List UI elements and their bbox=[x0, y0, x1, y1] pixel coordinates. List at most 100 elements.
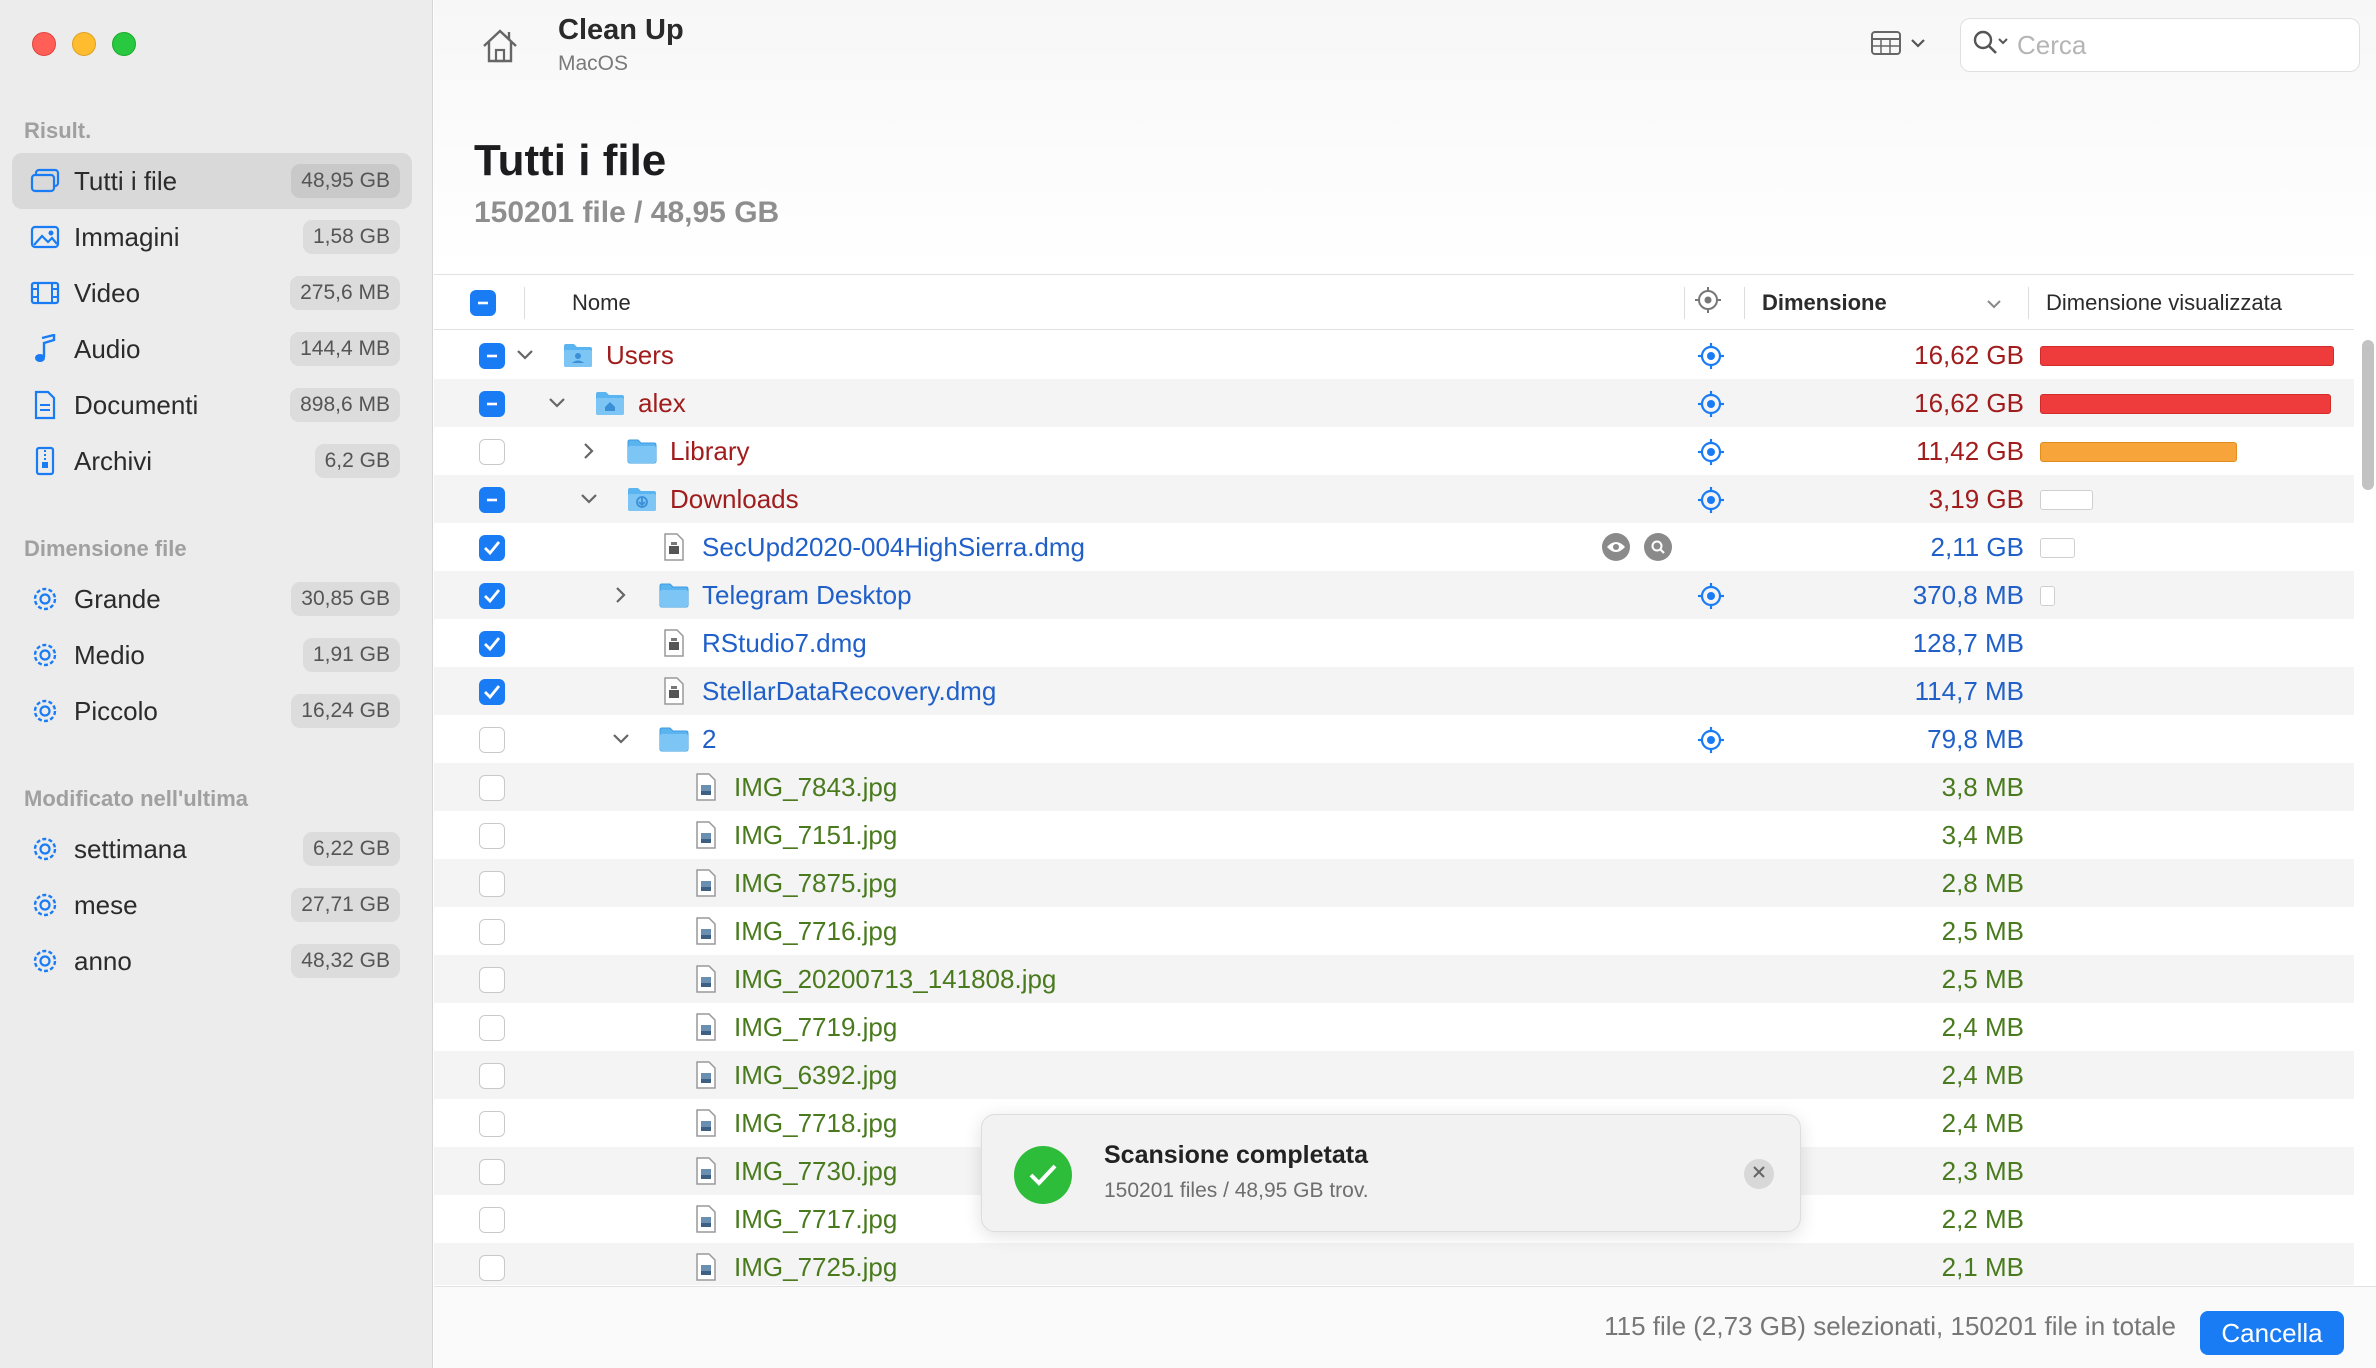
checkbox-unchecked[interactable] bbox=[479, 1063, 505, 1089]
checkbox-unchecked[interactable] bbox=[479, 967, 505, 993]
image-file-icon bbox=[690, 1251, 722, 1283]
size-bar bbox=[2040, 538, 2340, 558]
file-size: 2,4 MB bbox=[1941, 1012, 2024, 1042]
music-note-icon bbox=[28, 332, 62, 366]
checkbox-unchecked[interactable] bbox=[479, 871, 505, 897]
table-row[interactable]: RStudio7.dmg 128,7 MB bbox=[434, 619, 2354, 667]
sidebar-item-year[interactable]: anno 48,32 GB bbox=[12, 933, 412, 989]
image-file-icon bbox=[690, 1155, 722, 1187]
chevron-right-icon[interactable] bbox=[578, 440, 600, 462]
table-row[interactable]: IMG_7843.jpg 3,8 MB bbox=[434, 763, 2354, 811]
sidebar-item-all-files[interactable]: Tutti i file 48,95 GB bbox=[12, 153, 412, 209]
checkbox-unchecked[interactable] bbox=[479, 1207, 505, 1233]
toast-close-button[interactable] bbox=[1744, 1159, 1774, 1189]
checkbox-checked[interactable] bbox=[479, 535, 505, 561]
checkbox-unchecked[interactable] bbox=[479, 1255, 505, 1281]
chevron-down-icon[interactable] bbox=[514, 344, 536, 366]
table-row[interactable]: IMG_7719.jpg 2,4 MB bbox=[434, 1003, 2354, 1051]
table-row[interactable]: IMG_7725.jpg 2,1 MB bbox=[434, 1243, 2354, 1285]
checkbox-unchecked[interactable] bbox=[479, 1015, 505, 1041]
close-window-button[interactable] bbox=[32, 32, 56, 56]
checkbox-mixed[interactable] bbox=[479, 391, 505, 417]
sidebar-item-label: Piccolo bbox=[74, 695, 158, 726]
document-icon bbox=[28, 388, 62, 422]
sidebar-item-month[interactable]: mese 27,71 GB bbox=[12, 877, 412, 933]
table-row[interactable]: SecUpd2020-004HighSierra.dmg 2,11 GB bbox=[434, 523, 2354, 571]
column-header-locate[interactable] bbox=[1694, 275, 1722, 331]
checkbox-checked[interactable] bbox=[479, 583, 505, 609]
reveal-in-finder-icon[interactable] bbox=[1697, 438, 1725, 466]
table-row[interactable]: Library 11,42 GB bbox=[434, 427, 2354, 475]
table-row[interactable]: StellarDataRecovery.dmg 114,7 MB bbox=[434, 667, 2354, 715]
file-size: 2,5 MB bbox=[1941, 916, 2024, 946]
sidebar-item-audio[interactable]: Audio 144,4 MB bbox=[12, 321, 412, 377]
chevron-down-icon[interactable] bbox=[546, 392, 568, 414]
gear-icon bbox=[28, 944, 62, 978]
sidebar-item-images[interactable]: Immagini 1,58 GB bbox=[12, 209, 412, 265]
file-name: IMG_7719.jpg bbox=[734, 1012, 898, 1042]
table-row[interactable]: Users 16,62 GB bbox=[434, 331, 2354, 379]
column-header-size[interactable]: Dimensione bbox=[1762, 275, 1887, 331]
zoom-window-button[interactable] bbox=[112, 32, 136, 56]
table-row[interactable]: IMG_7875.jpg 2,8 MB bbox=[434, 859, 2354, 907]
reveal-in-finder-icon[interactable] bbox=[1697, 390, 1725, 418]
checkbox-checked[interactable] bbox=[479, 679, 505, 705]
view-mode-button[interactable] bbox=[1870, 28, 1942, 62]
eye-icon[interactable] bbox=[1602, 533, 1630, 561]
checkbox-mixed[interactable] bbox=[470, 290, 496, 316]
table-row[interactable]: IMG_6392.jpg 2,4 MB bbox=[434, 1051, 2354, 1099]
sort-chevron-icon[interactable] bbox=[1986, 297, 2002, 315]
checkbox-mixed[interactable] bbox=[479, 487, 505, 513]
file-size: 2,1 MB bbox=[1941, 1252, 2024, 1282]
magnifier-icon[interactable] bbox=[1644, 533, 1672, 561]
reveal-in-finder-icon[interactable] bbox=[1697, 486, 1725, 514]
table-row[interactable]: IMG_20200713_141808.jpg 2,5 MB bbox=[434, 955, 2354, 1003]
column-separator bbox=[524, 287, 525, 319]
search-field[interactable] bbox=[1960, 18, 2360, 72]
image-file-icon bbox=[690, 1011, 722, 1043]
home-icon[interactable] bbox=[478, 24, 522, 68]
cancel-button[interactable]: Cancella bbox=[2200, 1311, 2344, 1355]
table-row[interactable]: Downloads 3,19 GB bbox=[434, 475, 2354, 523]
column-header-name[interactable]: Nome bbox=[572, 275, 631, 331]
sidebar-item-small[interactable]: Piccolo 16,24 GB bbox=[12, 683, 412, 739]
table-row[interactable]: IMG_7716.jpg 2,5 MB bbox=[434, 907, 2354, 955]
sidebar-item-large[interactable]: Grande 30,85 GB bbox=[12, 571, 412, 627]
table-row[interactable]: 2 79,8 MB bbox=[434, 715, 2354, 763]
reveal-in-finder-icon[interactable] bbox=[1697, 726, 1725, 754]
table-row[interactable]: IMG_7151.jpg 3,4 MB bbox=[434, 811, 2354, 859]
folder-icon bbox=[626, 435, 658, 467]
size-badge: 898,6 MB bbox=[290, 388, 400, 422]
checkbox-unchecked[interactable] bbox=[479, 1111, 505, 1137]
table-row[interactable]: Telegram Desktop 370,8 MB bbox=[434, 571, 2354, 619]
sidebar-item-documents[interactable]: Documenti 898,6 MB bbox=[12, 377, 412, 433]
file-name: IMG_7875.jpg bbox=[734, 868, 898, 898]
sidebar-item-medium[interactable]: Medio 1,91 GB bbox=[12, 627, 412, 683]
image-file-icon bbox=[690, 819, 722, 851]
sidebar-item-archives[interactable]: Archivi 6,2 GB bbox=[12, 433, 412, 489]
checkbox-unchecked[interactable] bbox=[479, 823, 505, 849]
chevron-down-icon[interactable] bbox=[610, 728, 632, 750]
checkbox-mixed[interactable] bbox=[479, 343, 505, 369]
search-input[interactable] bbox=[2017, 29, 2337, 61]
checkbox-checked[interactable] bbox=[479, 631, 505, 657]
reveal-in-finder-icon[interactable] bbox=[1697, 342, 1725, 370]
checkbox-unchecked[interactable] bbox=[479, 775, 505, 801]
size-badge: 27,71 GB bbox=[291, 888, 400, 922]
checkbox-unchecked[interactable] bbox=[479, 919, 505, 945]
minimize-window-button[interactable] bbox=[72, 32, 96, 56]
chevron-right-icon[interactable] bbox=[610, 584, 632, 606]
vertical-scrollbar[interactable] bbox=[2362, 340, 2374, 490]
sidebar-item-label: settimana bbox=[74, 833, 187, 864]
file-name: alex bbox=[638, 388, 686, 418]
column-header-visual-size[interactable]: Dimensione visualizzata bbox=[2046, 275, 2282, 331]
select-all-checkbox[interactable] bbox=[470, 275, 496, 331]
sidebar-item-week[interactable]: settimana 6,22 GB bbox=[12, 821, 412, 877]
chevron-down-icon[interactable] bbox=[578, 488, 600, 510]
checkbox-unchecked[interactable] bbox=[479, 727, 505, 753]
sidebar-item-video[interactable]: Video 275,6 MB bbox=[12, 265, 412, 321]
checkbox-unchecked[interactable] bbox=[479, 439, 505, 465]
table-row[interactable]: alex 16,62 GB bbox=[434, 379, 2354, 427]
reveal-in-finder-icon[interactable] bbox=[1697, 582, 1725, 610]
checkbox-unchecked[interactable] bbox=[479, 1159, 505, 1185]
